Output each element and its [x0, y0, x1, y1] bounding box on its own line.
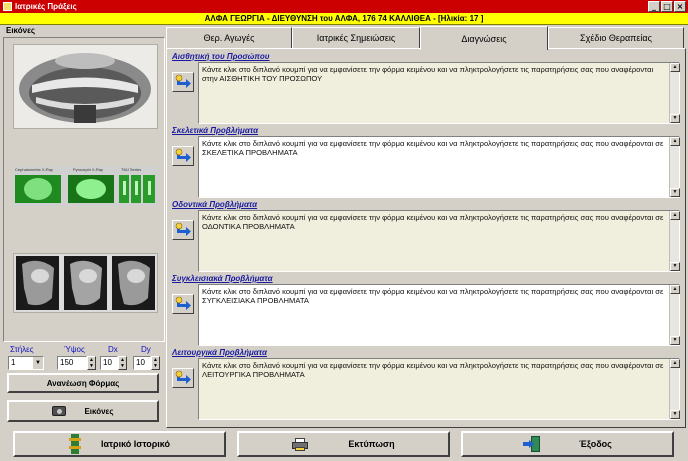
images-panel-title: Εικόνες: [6, 26, 36, 35]
medical-history-label: Ιατρικό Ιστορικό: [100, 439, 171, 449]
scroll-down-icon[interactable]: ▼: [670, 114, 680, 123]
vertical-scrollbar[interactable]: ▲ ▼: [669, 285, 680, 345]
height-value: 150: [60, 358, 74, 367]
section-title: Λειτουργικά Προβλήματα: [172, 348, 267, 357]
edit-arrow-icon: [175, 370, 191, 384]
section-title: Σκελετικά Προβλήματα: [172, 126, 259, 135]
chevron-down-icon[interactable]: ▼: [33, 357, 43, 369]
exit-door-icon: [523, 436, 541, 452]
tab-diagnoses[interactable]: Διαγνώσεις: [420, 26, 548, 50]
scroll-down-icon[interactable]: ▼: [670, 188, 680, 197]
edit-text-button[interactable]: [172, 368, 194, 388]
section-textarea[interactable]: Κάντε κλικ στο διπλανό κουμπί για να εμφ…: [198, 358, 680, 420]
close-button[interactable]: ×: [674, 1, 686, 12]
dx-stepper[interactable]: ▲ ▼: [118, 356, 127, 370]
dy-stepper[interactable]: ▲ ▼: [151, 356, 160, 370]
window-titlebar: Ιατρικές Πράξεις _ □ ×: [0, 0, 688, 13]
scroll-up-icon[interactable]: ▲: [670, 285, 680, 294]
dx-input[interactable]: 10: [100, 356, 118, 370]
columns-value: 1: [11, 358, 16, 367]
height-stepper[interactable]: ▲ ▼: [87, 356, 96, 370]
print-button[interactable]: Εκτύπωση: [237, 431, 450, 457]
dx-value: 10: [103, 358, 112, 367]
images-button-label: Εικόνες: [84, 406, 114, 416]
images-button[interactable]: Εικόνες: [7, 400, 159, 422]
maximize-button[interactable]: □: [661, 1, 673, 12]
cephalometric-series-thumbnail[interactable]: Cephalometric X-Ray Pyrocephi X-Ray TMJ …: [13, 166, 158, 206]
refresh-form-button[interactable]: Ανανέωση Φόρμας: [7, 373, 159, 393]
dy-input[interactable]: 10: [133, 356, 151, 370]
edit-arrow-icon: [175, 148, 191, 162]
section-text: Κάντε κλικ στο διπλανό κουμπί για να εμφ…: [202, 213, 664, 231]
scroll-up-icon[interactable]: ▲: [670, 137, 680, 146]
exit-button[interactable]: Έξοδος: [461, 431, 674, 457]
dy-value: 10: [136, 358, 145, 367]
scroll-down-icon[interactable]: ▼: [670, 410, 680, 419]
columns-select[interactable]: 1 ▼: [8, 356, 44, 370]
section-text: Κάντε κλικ στο διπλανό κουμπί για να εμφ…: [202, 65, 654, 83]
edit-arrow-icon: [175, 296, 191, 310]
bottom-toolbar: Ιατρικό Ιστορικό Εκτύπωση Έξοδος: [0, 429, 688, 461]
window-title: Ιατρικές Πράξεις: [15, 2, 77, 11]
lateral-skull-xrays-thumbnail[interactable]: [13, 253, 158, 313]
camera-icon: [52, 406, 67, 416]
section-title: Συγκλεισιακά Προβλήματα: [172, 274, 273, 283]
panoramic-xray-thumbnail[interactable]: [13, 44, 158, 129]
print-label: Εκτύπωση: [348, 439, 395, 449]
section-title: Αισθητική του Προσώπου: [172, 52, 270, 61]
height-input[interactable]: 150: [57, 356, 87, 370]
tab-strip: Θερ. Αγωγές Ιατρικές Σημειώσεις Διαγνώσε…: [166, 26, 686, 50]
exit-label: Έξοδος: [579, 439, 612, 449]
medical-history-button[interactable]: Ιατρικό Ιστορικό: [13, 431, 226, 457]
scroll-up-icon[interactable]: ▲: [670, 359, 680, 368]
edit-text-button[interactable]: [172, 294, 194, 314]
image-gallery[interactable]: Cephalometric X-Ray Pyrocephi X-Ray TMJ …: [3, 37, 165, 342]
dx-label: Dx: [108, 345, 118, 354]
section-title: Οδοντικά Προβλήματα: [172, 200, 258, 209]
tab-medical-notes[interactable]: Ιατρικές Σημειώσεις: [292, 27, 420, 49]
section-text: Κάντε κλικ στο διπλανό κουμπί για να εμφ…: [202, 361, 664, 379]
history-icon: [68, 434, 81, 454]
columns-label: Στήλες: [10, 345, 34, 354]
edit-text-button[interactable]: [172, 146, 194, 166]
scroll-down-icon[interactable]: ▼: [670, 336, 680, 345]
height-label: Ύψος: [64, 345, 85, 354]
edit-arrow-icon: [175, 74, 191, 88]
app-icon: [3, 2, 12, 11]
vertical-scrollbar[interactable]: ▲ ▼: [669, 63, 680, 123]
vertical-scrollbar[interactable]: ▲ ▼: [669, 211, 680, 271]
minimize-button[interactable]: _: [648, 1, 660, 12]
scroll-down-icon[interactable]: ▼: [670, 262, 680, 271]
dy-label: Dy: [141, 345, 151, 354]
patient-banner: ΑΛΦΑ ΓΕΩΡΓΙΑ - ΔΙΕΥΘΥΝΣΗ του ΑΛΦΑ, 176 7…: [0, 13, 688, 25]
edit-arrow-icon: [175, 222, 191, 236]
vertical-scrollbar[interactable]: ▲ ▼: [669, 137, 680, 197]
section-textarea[interactable]: Κάντε κλικ στο διπλανό κουμπί για να εμφ…: [198, 284, 680, 346]
section-textarea[interactable]: Κάντε κλικ στο διπλανό κουμπί για να εμφ…: [198, 62, 680, 124]
section-textarea[interactable]: Κάντε κλικ στο διπλανό κουμπί για να εμφ…: [198, 136, 680, 198]
edit-text-button[interactable]: [172, 72, 194, 92]
tab-treatments[interactable]: Θερ. Αγωγές: [166, 27, 292, 49]
section-text: Κάντε κλικ στο διπλανό κουμπί για να εμφ…: [202, 287, 664, 305]
printer-icon: [292, 437, 309, 451]
vertical-scrollbar[interactable]: ▲ ▼: [669, 359, 680, 419]
section-text: Κάντε κλικ στο διπλανό κουμπί για να εμφ…: [202, 139, 664, 157]
section-textarea[interactable]: Κάντε κλικ στο διπλανό κουμπί για να εμφ…: [198, 210, 680, 272]
scroll-up-icon[interactable]: ▲: [670, 211, 680, 220]
edit-text-button[interactable]: [172, 220, 194, 240]
scroll-up-icon[interactable]: ▲: [670, 63, 680, 72]
tab-treatment-plan[interactable]: Σχέδιο Θεραπείας: [548, 27, 684, 49]
